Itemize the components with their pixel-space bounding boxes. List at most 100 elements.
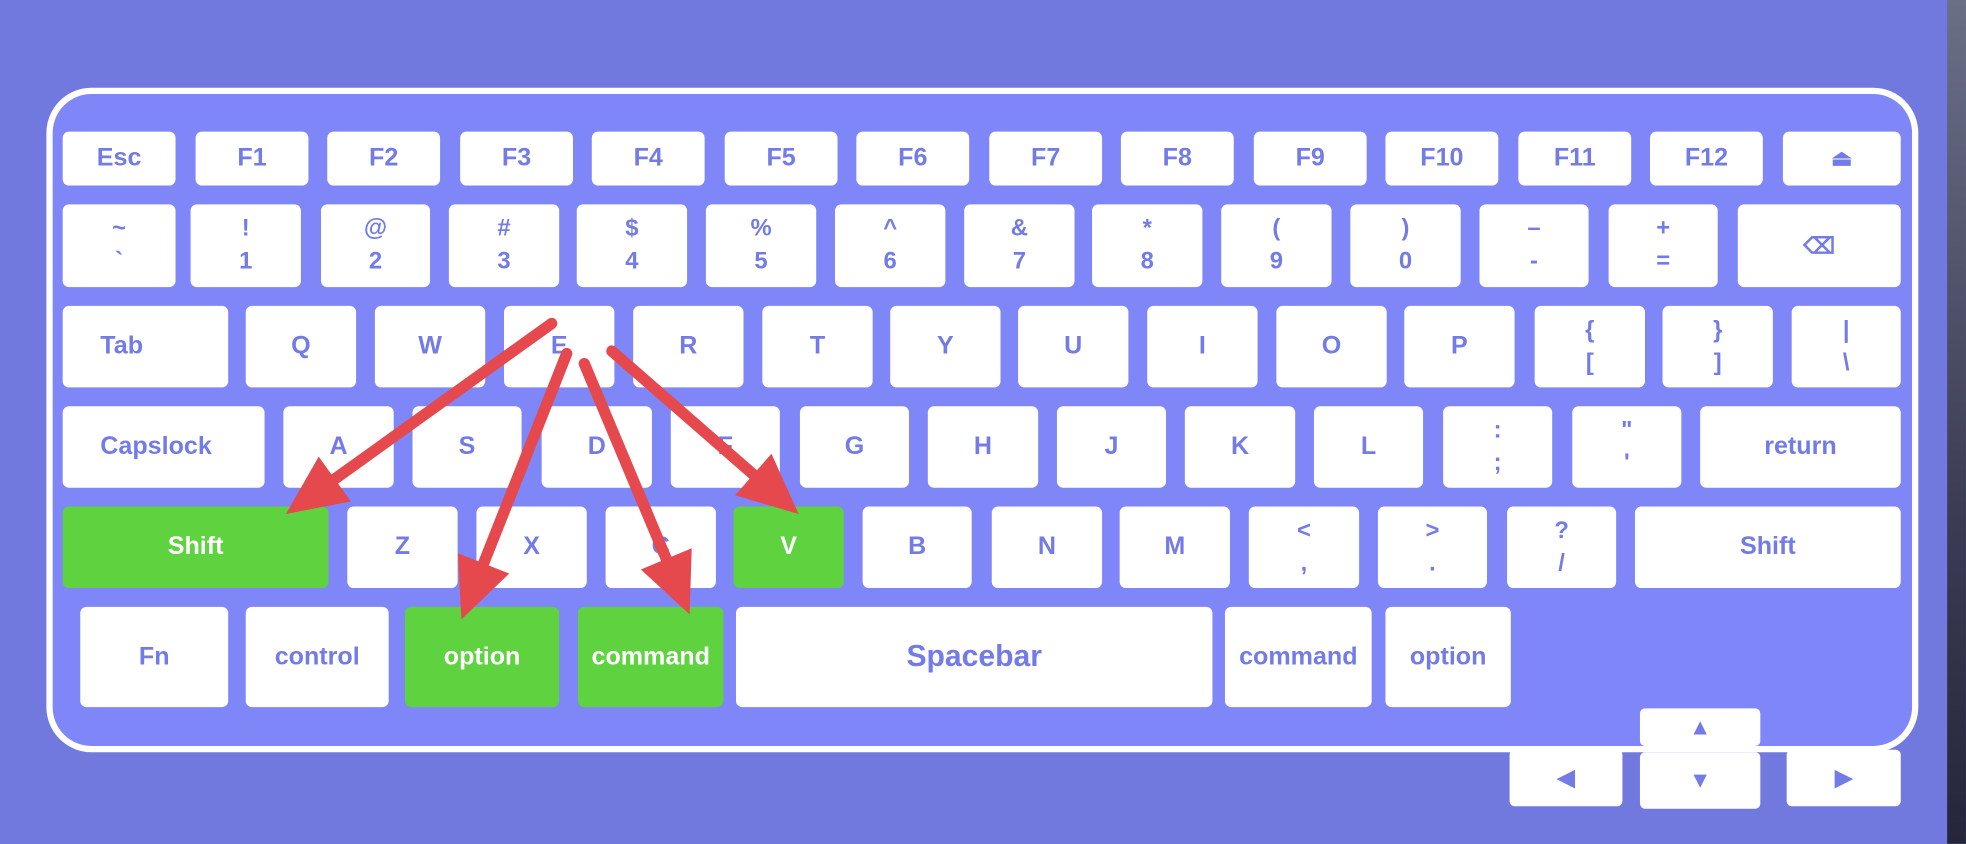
key-eject[interactable]: ⏏ [1782, 131, 1901, 186]
key-bottom-label: - [1530, 248, 1538, 275]
key-shift[interactable]: Shift [1634, 506, 1901, 589]
key-t[interactable]: T [762, 305, 873, 388]
key-f3[interactable]: F3 [460, 131, 573, 186]
key-f[interactable]: F [670, 406, 780, 488]
key-symbol[interactable]: }] [1662, 305, 1773, 388]
key-label: F3 [501, 144, 532, 172]
key-f5[interactable]: F5 [724, 131, 838, 186]
key-label: Tab [100, 332, 144, 360]
key-w[interactable]: W [374, 305, 486, 388]
key-top-label: ! [241, 215, 250, 242]
key-label: option [443, 642, 521, 671]
key-f9[interactable]: F9 [1253, 131, 1367, 186]
key-bottom-label: [ [1585, 349, 1594, 376]
key-option[interactable]: option [1385, 606, 1511, 708]
key-arrow-up[interactable]: ▲ [1639, 708, 1761, 747]
key-y[interactable]: Y [890, 305, 1001, 388]
key-1[interactable]: ! 1 [190, 204, 301, 288]
key-f11[interactable]: F11 [1518, 131, 1632, 186]
key-option-highlighted[interactable]: option [404, 606, 560, 708]
key-2[interactable]: @2 [320, 204, 431, 288]
key-symbol[interactable]: " ' [1572, 406, 1682, 488]
key-bottom-label: / [1558, 549, 1565, 577]
key-s[interactable]: S [412, 406, 522, 488]
key-top-label: > [1425, 517, 1440, 544]
key-symbol[interactable]: ~ ` [62, 204, 176, 288]
key-k[interactable]: K [1184, 406, 1296, 488]
key-0[interactable]: ) 0 [1350, 204, 1461, 288]
key-top-label: + [1656, 215, 1671, 242]
key-b[interactable]: B [862, 506, 972, 589]
key-arrow-right[interactable]: ▶ [1786, 749, 1901, 807]
key-3[interactable]: #3 [448, 204, 560, 288]
key-i[interactable]: I [1147, 305, 1258, 388]
key-symbol[interactable]: >. [1377, 506, 1488, 589]
key-e[interactable]: E [504, 305, 615, 388]
key-4[interactable]: $4 [576, 204, 688, 288]
key-label: F1 [237, 144, 267, 172]
key-fn[interactable]: Fn [80, 606, 229, 708]
key-u[interactable]: U [1018, 305, 1129, 388]
key-capslock[interactable]: Capslock [62, 406, 265, 488]
key-spacebar[interactable]: Spacebar [735, 606, 1213, 708]
key-r[interactable]: R [633, 305, 744, 388]
key-bottom-label: 8 [1140, 248, 1154, 275]
key-f4[interactable]: F4 [591, 131, 705, 186]
key-f12[interactable]: F12 [1650, 131, 1763, 186]
key-j[interactable]: J [1056, 406, 1167, 488]
key-symbol[interactable]: + = [1608, 204, 1718, 288]
key-g[interactable]: G [799, 406, 910, 488]
key-command[interactable]: command [1224, 606, 1372, 708]
key-symbol[interactable]: ? / [1507, 506, 1617, 589]
key-5[interactable]: % 5 [705, 204, 817, 288]
key-o[interactable]: O [1276, 305, 1387, 388]
key-f10[interactable]: F10 [1385, 131, 1499, 186]
key-c[interactable]: C [605, 506, 716, 589]
key-p[interactable]: P [1404, 305, 1515, 388]
key-6[interactable]: ^ 6 [835, 204, 946, 288]
key-symbol[interactable]: | \ [1791, 305, 1901, 388]
key-f6[interactable]: F6 [856, 131, 970, 186]
key-d[interactable]: D [541, 406, 652, 488]
key-f1[interactable]: F1 [195, 131, 309, 186]
key-control[interactable]: control [245, 606, 389, 708]
key-x[interactable]: X [476, 506, 587, 589]
key-f2[interactable]: F2 [327, 131, 441, 186]
key-label: D [587, 432, 606, 461]
key-8[interactable]: * 8 [1092, 204, 1203, 288]
key-f8[interactable]: F8 [1120, 131, 1234, 186]
key-label: H [973, 432, 993, 461]
key-label: Esc [96, 144, 142, 172]
key-q[interactable]: Q [245, 305, 357, 388]
key-9[interactable]: (9 [1221, 204, 1332, 288]
key-label: J [1104, 432, 1119, 461]
key-symbol[interactable]: – - [1479, 204, 1589, 288]
key-v-highlighted[interactable]: V [733, 506, 844, 589]
key-return[interactable]: return [1700, 406, 1901, 488]
key-arrow-down[interactable]: ▼ [1639, 752, 1761, 809]
key-tab[interactable]: Tab [62, 305, 229, 388]
key-f7[interactable]: F7 [989, 131, 1103, 186]
key-command-highlighted[interactable]: command [578, 606, 724, 708]
key-n[interactable]: N [991, 506, 1103, 589]
key-esc[interactable]: Esc [62, 131, 176, 186]
key-l[interactable]: L [1313, 406, 1424, 488]
key-m[interactable]: M [1119, 506, 1230, 589]
key-symbol[interactable]: {[ [1534, 305, 1645, 388]
key-top-label: ? [1554, 517, 1569, 544]
key-label: Capslock [100, 432, 212, 461]
key-symbol[interactable]: <, [1248, 506, 1360, 589]
key-arrow-left[interactable]: ◀ [1509, 749, 1623, 807]
key-z[interactable]: Z [347, 506, 458, 589]
key-shift-highlighted[interactable]: Shift [62, 506, 329, 589]
key-h[interactable]: H [927, 406, 1039, 488]
key-backspace[interactable]: ⌫ [1737, 204, 1901, 288]
key-symbol[interactable]: :; [1443, 406, 1553, 488]
key-top-label: * [1142, 215, 1152, 242]
key-a[interactable]: A [283, 406, 394, 488]
key-label: command [591, 642, 710, 671]
key-label: K [1230, 432, 1250, 461]
key-label: E [550, 332, 568, 360]
key-7[interactable]: & 7 [964, 204, 1075, 288]
key-top-label: : [1493, 416, 1502, 444]
